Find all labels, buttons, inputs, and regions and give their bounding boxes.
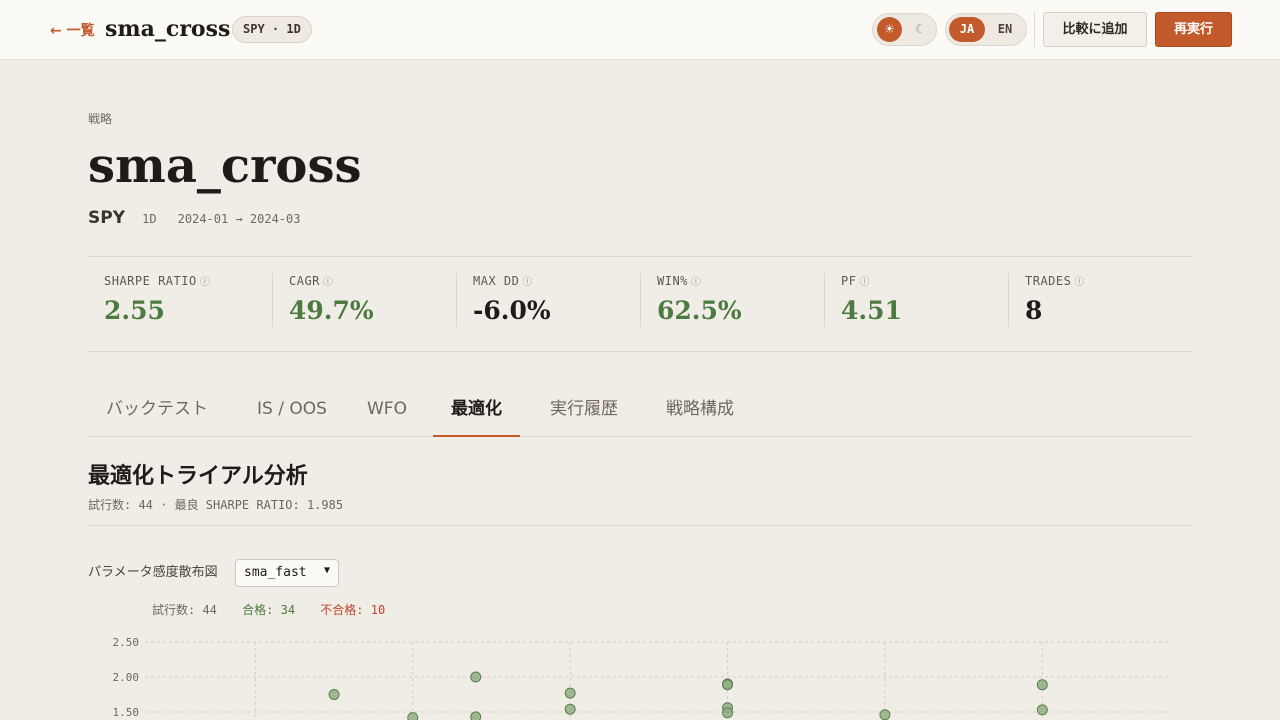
kpi-card: TRADES ⓘ 8 [1008, 273, 1085, 327]
kpi-label-text: CAGR [289, 274, 320, 288]
symbol-timeframe-chip: SPY · 1D [232, 16, 312, 43]
y-tick-label: 1.50 [113, 706, 140, 719]
top-bar: ← 一覧 sma_cross SPY · 1D ☀ ☾ JA EN 比較に追加 … [0, 0, 1280, 60]
kpi-card: SHARPE RATIO ⓘ 2.55 [88, 273, 210, 327]
meta-timeframe: 1D [142, 212, 157, 226]
strategy-meta: SPY 1D 2024-01 → 2024-03 [88, 208, 300, 228]
scatter-point[interactable] [722, 679, 734, 691]
info-icon[interactable]: ⓘ [200, 277, 211, 288]
param-select-label: パラメータ感度散布図 [88, 565, 218, 580]
y-tick-label: 2.50 [113, 636, 140, 649]
scatter-point[interactable] [564, 687, 576, 699]
tab-bar: バックテスト IS / OOS WFO 最適化 実行履歴 戦略構成 [88, 384, 1192, 437]
kpi-label-text: MAX DD [473, 274, 520, 288]
tab-2[interactable]: WFO [349, 384, 425, 437]
info-icon[interactable]: ⓘ [522, 277, 533, 288]
trial-counts: 試行数: 44 合格: 34 不合格: 10 [152, 601, 385, 618]
scatter-point[interactable] [470, 671, 482, 683]
param-select[interactable]: sma_fast ▼ [235, 559, 339, 587]
rerun-button[interactable]: 再実行 [1155, 12, 1232, 47]
section-subtitle: 試行数: 44 · 最良 SHARPE RATIO: 1.985 [88, 498, 344, 512]
kpi-card: MAX DD ⓘ -6.0% [456, 273, 551, 327]
kpi-row: SHARPE RATIO ⓘ 2.55 CAGR ⓘ 49.7% MAX DD ⓘ -6.0% W… [88, 256, 1192, 352]
app-title: sma_cross [105, 16, 231, 42]
kpi-label: WIN% ⓘ [657, 273, 742, 288]
info-icon[interactable]: ⓘ [691, 277, 702, 288]
param-select-value: sma_fast [244, 565, 307, 580]
count-fail: 不合格: 10 [320, 603, 386, 617]
toolbar-divider [1034, 12, 1035, 47]
meta-date-range: 2024-01 → 2024-03 [177, 212, 301, 226]
kpi-label: CAGR ⓘ [289, 273, 374, 288]
scatter-point[interactable] [407, 712, 419, 720]
info-icon[interactable]: ⓘ [859, 277, 870, 288]
meta-symbol: SPY [88, 208, 126, 228]
scatter-point[interactable] [564, 703, 576, 715]
sensitivity-scatter-chart: 2.50 2.00 1.50 [113, 636, 1168, 720]
chevron-down-icon: ▼ [323, 565, 330, 576]
kpi-value: -6.0% [473, 296, 551, 325]
moon-icon[interactable]: ☾ [908, 17, 933, 42]
kpi-value: 4.51 [841, 296, 902, 325]
scatter-point[interactable] [328, 689, 340, 700]
tab-3[interactable]: 最適化 [433, 384, 520, 437]
tab-0[interactable]: バックテスト [88, 384, 226, 437]
tab-5[interactable]: 戦略構成 [648, 384, 752, 437]
scatter-point[interactable] [470, 711, 482, 720]
kpi-label-text: WIN% [657, 274, 688, 288]
language-toggle: JA EN [945, 13, 1027, 46]
lang-ja-button[interactable]: JA [949, 17, 985, 42]
scatter-point[interactable] [722, 707, 734, 719]
tab-1[interactable]: IS / OOS [239, 384, 345, 437]
section-divider [88, 525, 1192, 526]
kpi-label: MAX DD ⓘ [473, 273, 551, 288]
info-icon[interactable]: ⓘ [1074, 277, 1085, 288]
scatter-point[interactable] [1036, 704, 1048, 716]
scatter-point[interactable] [1036, 679, 1048, 691]
section-title: 最適化トライアル分析 [88, 463, 308, 489]
kpi-label-text: TRADES [1025, 274, 1072, 288]
kpi-card: CAGR ⓘ 49.7% [272, 273, 374, 327]
kpi-label: PF ⓘ [841, 273, 902, 288]
count-pass: 合格: 34 [242, 603, 296, 617]
strategy-name: sma_cross [88, 138, 362, 194]
page-eyebrow: 戦略 [88, 112, 113, 126]
lang-en-button[interactable]: EN [987, 17, 1023, 42]
kpi-label-text: PF [841, 274, 857, 288]
kpi-value: 62.5% [657, 296, 742, 325]
kpi-label: SHARPE RATIO ⓘ [104, 273, 210, 288]
kpi-value: 49.7% [289, 296, 374, 325]
kpi-card: WIN% ⓘ 62.5% [640, 273, 742, 327]
count-total: 試行数: 44 [152, 603, 217, 617]
kpi-label-text: SHARPE RATIO [104, 274, 197, 288]
add-to-compare-button[interactable]: 比較に追加 [1043, 12, 1147, 47]
back-to-list-link[interactable]: ← 一覧 [50, 20, 95, 40]
kpi-card: PF ⓘ 4.51 [824, 273, 902, 327]
info-icon[interactable]: ⓘ [323, 277, 334, 288]
kpi-value: 8 [1025, 296, 1043, 325]
kpi-label: TRADES ⓘ [1025, 273, 1085, 288]
y-tick-label: 2.00 [113, 671, 140, 684]
scatter-point[interactable] [879, 709, 891, 720]
theme-toggle: ☀ ☾ [872, 13, 937, 46]
kpi-value: 2.55 [104, 296, 165, 325]
tab-4[interactable]: 実行履歴 [532, 384, 636, 437]
sun-icon[interactable]: ☀ [877, 17, 902, 42]
